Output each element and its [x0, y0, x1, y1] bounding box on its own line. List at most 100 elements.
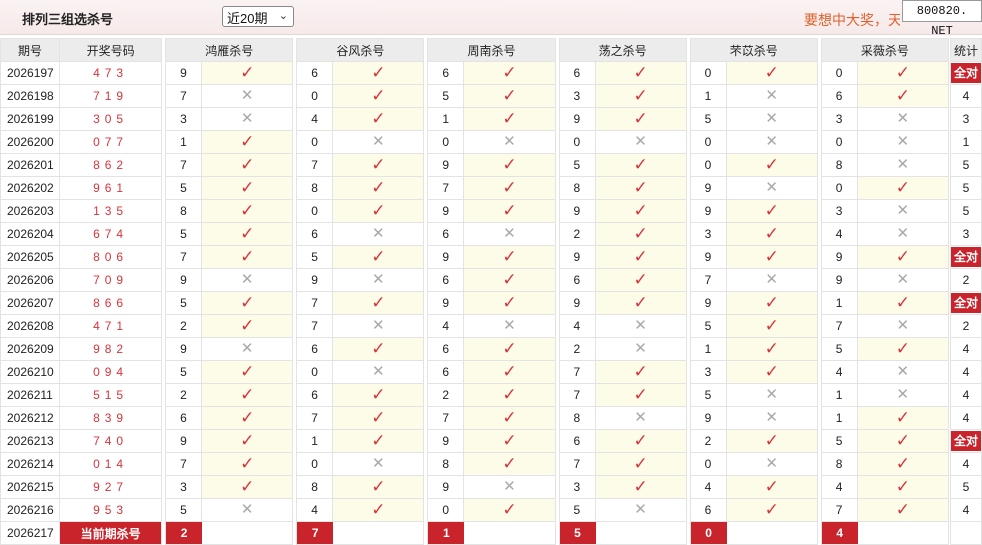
kill-number-cell: 9	[689, 176, 727, 200]
kill-number-cell: 5	[558, 498, 596, 522]
stat-cell: 2	[949, 314, 982, 338]
kill-result-cell: ✓	[332, 475, 425, 499]
draw-number-cell: 305	[59, 107, 163, 131]
table-row: 2026213 740 9 ✓ 1 ✓ 9 ✓ 6 ✓ 2 ✓ 5 ✓ 全对	[0, 429, 982, 453]
kill-number-cell: 9	[820, 245, 858, 269]
draw-number-cell: 674	[59, 222, 163, 246]
kill-number-cell: 8	[427, 452, 465, 476]
current-kill-number: 4	[822, 522, 858, 544]
kill-result-cell: ✓	[463, 199, 556, 223]
stat-cell: 4	[949, 498, 982, 522]
table-row: 2026200 077 1 ✓ 0 ✕ 0 ✕ 0 ✕ 0 ✕ 0 ✕ 1	[0, 130, 982, 154]
check-icon: ✓	[895, 339, 910, 358]
stat-cell: 5	[949, 199, 982, 223]
check-icon: ✓	[764, 477, 779, 496]
check-icon: ✓	[764, 500, 779, 519]
period-cell: 2026212	[0, 406, 61, 430]
kill-result-cell: ✕	[463, 222, 556, 246]
kill-number-cell: 9	[689, 291, 727, 315]
kill-result-cell: ✓	[856, 475, 949, 499]
check-icon: ✓	[633, 431, 648, 450]
cross-icon: ✕	[503, 317, 516, 334]
draw-number-cell: 953	[59, 498, 163, 522]
draw-number-cell: 094	[59, 360, 163, 384]
kill-result-cell: ✓	[725, 360, 818, 384]
col-header-killer[interactable]: 谷风杀号	[296, 38, 425, 62]
kill-result-cell: ✓	[725, 475, 818, 499]
table-header-row: 期号 开奖号码 鸿雁杀号 谷风杀号 周南杀号 荡之杀号 芣苡杀号 采薇杀号 统计	[0, 38, 982, 62]
check-icon: ✓	[764, 339, 779, 358]
kill-number-cell: 9	[427, 153, 465, 177]
kill-result-cell: ✕	[463, 475, 556, 499]
check-icon: ✓	[764, 316, 779, 335]
kill-number-cell: 5	[689, 107, 727, 131]
kill-result-cell: ✓	[856, 337, 949, 361]
kill-number-cell: 1	[296, 429, 334, 453]
cross-icon: ✕	[896, 133, 910, 150]
check-icon: ✓	[895, 247, 910, 266]
table-row: 2026211 515 2 ✓ 6 ✓ 2 ✓ 7 ✓ 5 ✕ 1 ✕ 4	[0, 383, 982, 407]
kill-result-cell: ✓	[463, 268, 556, 292]
check-icon: ✓	[764, 201, 779, 220]
kill-result-cell: ✓	[463, 452, 556, 476]
stat-count: 3	[962, 112, 970, 126]
current-kill-number: 7	[297, 522, 334, 544]
all-correct-badge: 全对	[951, 293, 981, 313]
kill-result-cell: ✓	[594, 383, 687, 407]
check-icon: ✓	[371, 431, 386, 450]
kill-number-cell: 4	[820, 360, 858, 384]
kill-number-cell: 0	[820, 61, 858, 85]
kill-result-cell: ✕	[725, 406, 818, 430]
kill-result-cell: ✓	[332, 498, 425, 522]
kill-number-cell: 2	[558, 337, 596, 361]
col-header-killer[interactable]: 周南杀号	[427, 38, 556, 62]
col-header-killer[interactable]: 荡之杀号	[558, 38, 687, 62]
stat-cell: 1	[949, 130, 982, 154]
period-cell: 2026214	[0, 452, 61, 476]
table-row: 2026199 305 3 ✕ 4 ✓ 1 ✓ 9 ✓ 5 ✕ 3 ✕ 3	[0, 107, 982, 131]
period-cell: 2026206	[0, 268, 61, 292]
kill-number-cell: 5	[427, 84, 465, 108]
stat-cell: 3	[949, 107, 982, 131]
check-icon: ✓	[633, 385, 648, 404]
kill-result-cell: ✕	[594, 337, 687, 361]
kill-number-cell: 9	[165, 268, 203, 292]
check-icon: ✓	[895, 293, 910, 312]
kill-number-cell: 7	[165, 452, 203, 476]
col-header-killer[interactable]: 采薇杀号	[820, 38, 949, 62]
kill-result-cell: ✓	[201, 429, 294, 453]
current-kill-cell: 5	[558, 521, 687, 545]
kill-number-cell: 7	[296, 314, 334, 338]
kill-number-cell: 7	[427, 406, 465, 430]
kill-number-cell: 6	[296, 61, 334, 85]
check-icon: ✓	[633, 247, 648, 266]
kill-number-cell: 5	[558, 153, 596, 177]
stat-cell: 4	[949, 383, 982, 407]
col-header-killer[interactable]: 鸿雁杀号	[165, 38, 294, 62]
kill-result-cell: ✕	[856, 268, 949, 292]
check-icon: ✓	[895, 431, 910, 450]
table-row: 2026202 961 5 ✓ 8 ✓ 7 ✓ 8 ✓ 9 ✕ 0 ✓ 5	[0, 176, 982, 200]
check-icon: ✓	[240, 178, 255, 197]
kill-result-cell: ✓	[463, 498, 556, 522]
kill-result-cell: ✓	[594, 475, 687, 499]
period-range-select[interactable]: 近20期 ⌄	[222, 6, 294, 27]
cross-icon: ✕	[896, 386, 910, 403]
check-icon: ✓	[895, 178, 910, 197]
kill-result-cell: ✓	[201, 61, 294, 85]
col-header-killer[interactable]: 芣苡杀号	[689, 38, 818, 62]
kill-number-cell: 7	[296, 153, 334, 177]
kill-number-cell: 7	[165, 245, 203, 269]
kill-result-cell: ✕	[463, 314, 556, 338]
check-icon: ✓	[633, 86, 648, 105]
period-cell: 2026215	[0, 475, 61, 499]
kill-result-cell: ✓	[594, 222, 687, 246]
kill-result-cell: ✕	[856, 314, 949, 338]
kill-result-cell: ✓	[594, 107, 687, 131]
kill-result-cell: ✓	[201, 360, 294, 384]
stat-cell: 4	[949, 360, 982, 384]
kill-result-cell: ✓	[856, 429, 949, 453]
cross-icon: ✕	[503, 225, 516, 242]
kill-number-cell: 9	[820, 268, 858, 292]
kill-number-cell: 8	[558, 406, 596, 430]
